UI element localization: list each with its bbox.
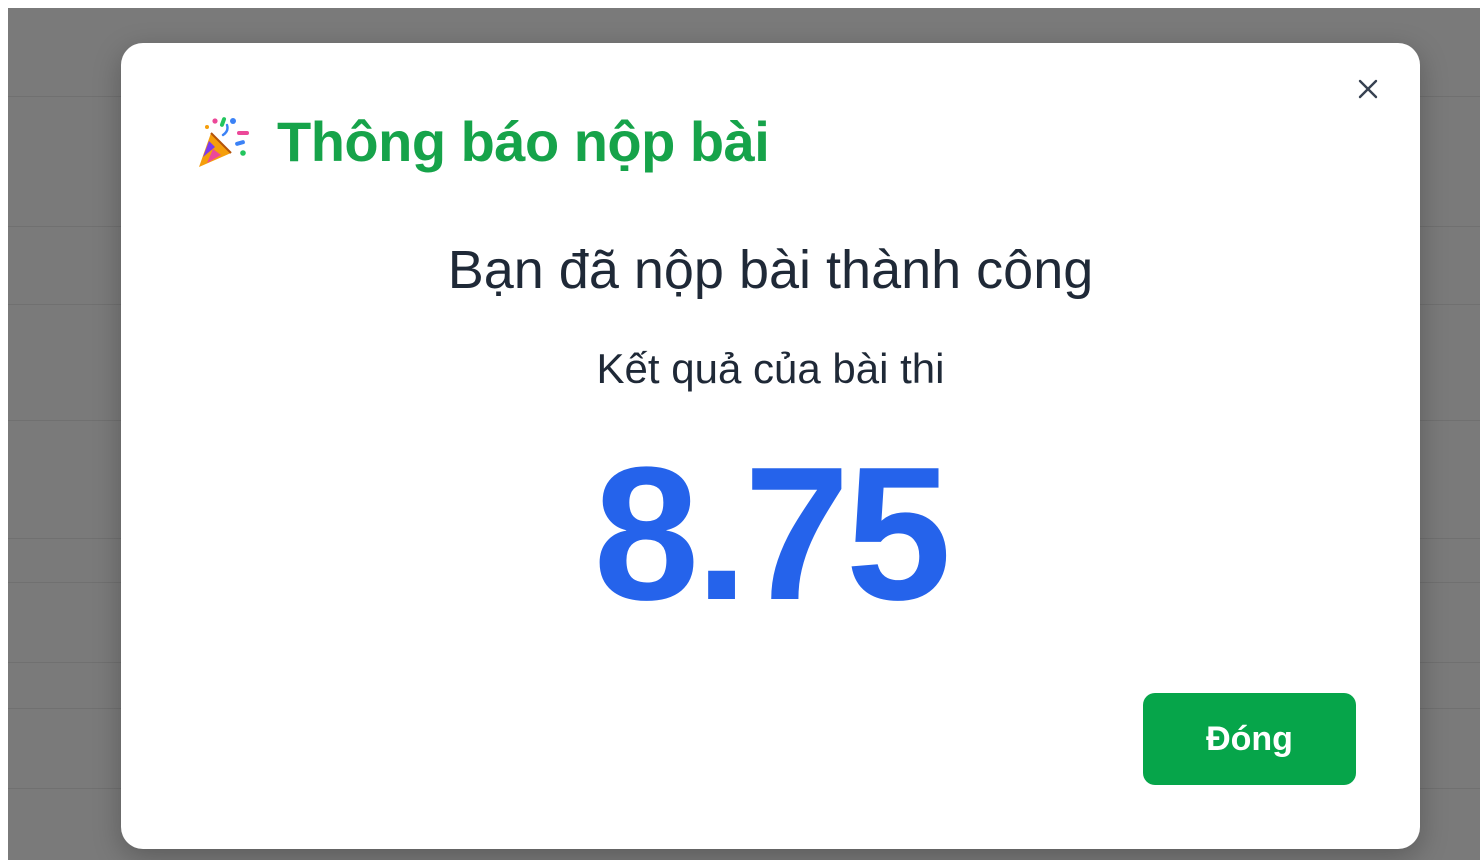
party-popper-icon bbox=[193, 111, 253, 171]
close-button[interactable] bbox=[1352, 75, 1384, 107]
success-message: Bạn đã nộp bài thành công bbox=[447, 240, 1094, 300]
close-modal-button[interactable]: Đóng bbox=[1143, 693, 1356, 785]
score-value: 8.75 bbox=[593, 428, 952, 640]
modal-header: Thông báo nộp bài bbox=[193, 109, 770, 173]
modal-title: Thông báo nộp bài bbox=[277, 109, 770, 173]
close-icon bbox=[1357, 78, 1379, 105]
result-label: Kết quả của bài thi bbox=[596, 345, 945, 392]
submission-result-modal: Thông báo nộp bài Bạn đã nộp bài thành c… bbox=[121, 43, 1420, 849]
